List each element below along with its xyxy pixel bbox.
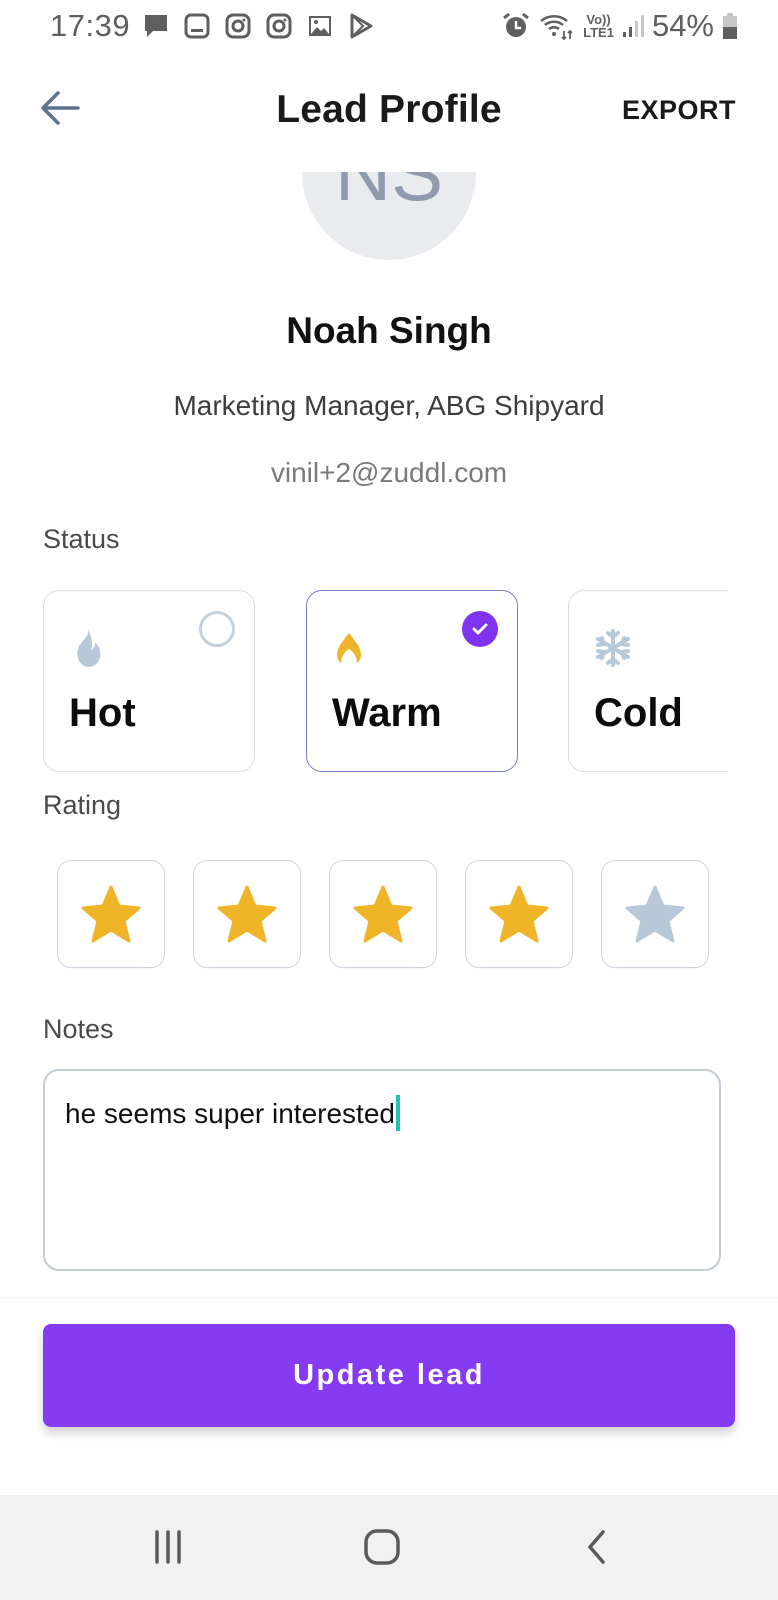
- notes-textarea[interactable]: he seems super interested: [43, 1069, 721, 1271]
- star-icon: [217, 885, 277, 943]
- star-icon: [489, 885, 549, 943]
- star-button-2[interactable]: [193, 860, 301, 968]
- instagram-icon: [266, 13, 292, 39]
- status-time: 17:39: [50, 8, 131, 43]
- home-icon: [364, 1529, 400, 1565]
- alarm-icon: [503, 12, 530, 37]
- star-icon: [353, 885, 413, 943]
- star-button-4[interactable]: [465, 860, 573, 968]
- home-button[interactable]: [352, 1521, 412, 1573]
- lead-email: vinil+2@zuddl.com: [270, 457, 508, 488]
- lte-label: LTE1: [583, 25, 614, 40]
- gallery-icon: [309, 16, 331, 36]
- notes-label: Notes: [43, 1014, 114, 1044]
- volte-lte-icon: Vo)) LTE1: [583, 13, 614, 39]
- system-icons: Vo)) LTE1 54%: [501, 8, 738, 44]
- battery-icon: [723, 13, 737, 39]
- rating-label: Rating: [43, 790, 122, 820]
- recents-button[interactable]: [139, 1521, 199, 1573]
- check-icon: [472, 623, 488, 635]
- star-icon: [625, 885, 685, 943]
- status-bar: 17:39 Vo)) LTE1 54%: [0, 0, 778, 52]
- nav-back-button[interactable]: [566, 1521, 626, 1573]
- fire-icon: [77, 629, 101, 667]
- battery-percent: 54%: [651, 8, 714, 43]
- update-lead-button[interactable]: Update lead: [43, 1324, 735, 1427]
- app-header: Lead Profile EXPORT: [0, 52, 778, 172]
- lead-role: Marketing Manager, ABG Shipyard: [173, 390, 605, 421]
- app-icon: [184, 13, 210, 39]
- play-store-icon: [350, 13, 373, 39]
- back-icon: [588, 1530, 605, 1564]
- avatar-initials: NS: [334, 172, 444, 217]
- status-option-label: Cold: [594, 691, 683, 735]
- radio-checked-icon[interactable]: [462, 611, 498, 647]
- recents-icon: [155, 1530, 181, 1564]
- flame-icon: [337, 633, 361, 663]
- wifi-icon: [540, 14, 573, 41]
- instagram-icon: [225, 13, 251, 39]
- status-label: Status: [43, 524, 120, 554]
- export-button[interactable]: EXPORT: [622, 95, 736, 126]
- status-option-label: Hot: [69, 691, 136, 735]
- star-icon: [81, 885, 141, 943]
- status-option-cold[interactable]: Cold: [568, 590, 728, 772]
- signal-icon: [622, 15, 644, 37]
- star-button-3[interactable]: [329, 860, 437, 968]
- notification-icons: [142, 12, 375, 40]
- lead-name: Noah Singh: [286, 310, 492, 351]
- status-option-hot[interactable]: Hot: [43, 590, 255, 772]
- notes-text: he seems super interested: [65, 1098, 395, 1129]
- text-cursor: [395, 1095, 400, 1131]
- status-option-warm[interactable]: Warm: [306, 590, 518, 772]
- lead-profile-content[interactable]: NS Noah Singh Marketing Manager, ABG Shi…: [0, 172, 778, 1297]
- radio-unchecked-icon[interactable]: [199, 611, 235, 647]
- footer-bar: Update lead: [0, 1297, 778, 1467]
- snowflake-icon: [596, 629, 630, 667]
- star-button-5[interactable]: [601, 860, 709, 968]
- message-icon: [145, 15, 167, 37]
- avatar: NS: [302, 172, 476, 260]
- system-nav-bar: [0, 1495, 778, 1600]
- star-button-1[interactable]: [57, 860, 165, 968]
- status-option-label: Warm: [332, 691, 442, 735]
- rating-stars: [57, 860, 709, 968]
